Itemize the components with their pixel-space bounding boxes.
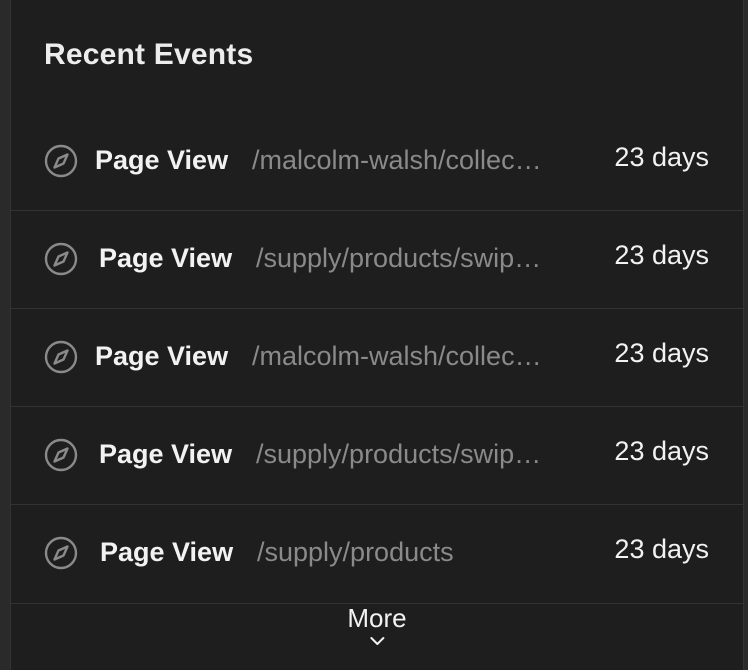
more-bar: More	[11, 603, 743, 670]
event-name: Page View	[99, 243, 233, 273]
event-time: 23 days	[614, 142, 709, 172]
compass-icon	[43, 535, 79, 571]
event-name: Page View	[99, 439, 233, 469]
compass-icon	[43, 339, 79, 375]
event-row[interactable]: Page View /supply/products 23 days	[11, 505, 743, 602]
event-time: 23 days	[614, 534, 709, 564]
event-time: 23 days	[614, 240, 709, 270]
chevron-down-icon	[370, 637, 384, 645]
event-path[interactable]: /supply/products/swip…	[256, 240, 576, 276]
event-time: 23 days	[614, 436, 709, 466]
event-path[interactable]: /supply/products	[257, 534, 577, 570]
event-path[interactable]: /supply/products/swip…	[256, 436, 576, 472]
more-label: More	[347, 603, 407, 633]
events-list: Page View /malcolm-walsh/collec… 23 days…	[11, 113, 743, 602]
panel-title: Recent Events	[44, 38, 254, 71]
event-time: 23 days	[614, 338, 709, 368]
event-path[interactable]: /malcolm-walsh/collec…	[252, 338, 572, 374]
event-name: Page View	[95, 145, 229, 175]
event-row[interactable]: Page View /supply/products/swip… 23 days	[11, 211, 743, 309]
compass-icon	[43, 241, 79, 277]
recent-events-panel: Recent Events Page View /malcolm-walsh/c…	[10, 0, 744, 670]
more-button[interactable]: More	[347, 601, 407, 647]
event-row[interactable]: Page View /supply/products/swip… 23 days	[11, 407, 743, 505]
compass-icon	[43, 143, 79, 179]
compass-icon	[43, 437, 79, 473]
event-row[interactable]: Page View /malcolm-walsh/collec… 23 days	[11, 309, 743, 407]
event-name: Page View	[95, 341, 229, 371]
event-name: Page View	[100, 537, 234, 567]
event-path[interactable]: /malcolm-walsh/collec…	[252, 142, 572, 178]
event-row[interactable]: Page View /malcolm-walsh/collec… 23 days	[11, 113, 743, 211]
